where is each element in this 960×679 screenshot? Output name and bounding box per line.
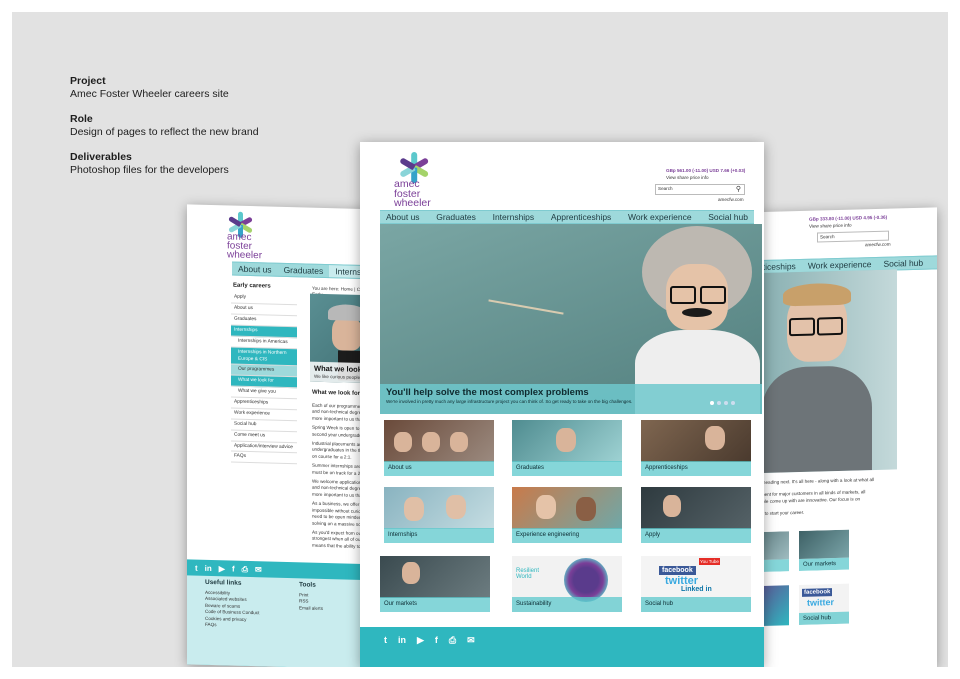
linkedin-logo: Linked in — [681, 586, 712, 593]
email-icon[interactable]: ✉ — [255, 565, 262, 575]
linkedin-icon[interactable]: in — [205, 564, 212, 574]
right-site-link[interactable]: amecfw.com — [865, 242, 891, 249]
facebook-icon[interactable]: f — [435, 635, 438, 646]
youtube-icon[interactable]: ▶ — [417, 635, 424, 646]
left-sidebar: Apply About us Graduates Internships Int… — [231, 292, 297, 465]
tile-graduates[interactable]: Graduates — [512, 420, 622, 476]
right-tile-social-hub[interactable]: facebook twitter Social hub — [799, 583, 849, 625]
center-hero-image: You'll help solve the most complex probl… — [380, 224, 762, 414]
moustache — [682, 308, 712, 317]
resilient-world-text: Resilient World — [516, 568, 540, 580]
right-nav-social-hub[interactable]: Social hub — [877, 257, 929, 270]
nav-internships[interactable]: Internships — [487, 211, 541, 223]
linkedin-icon[interactable]: in — [398, 635, 406, 646]
intro-line: place for you to start your career. — [737, 510, 805, 517]
right-intro-text: where we're heading next. It's all here … — [737, 476, 917, 518]
deliverables-heading: Deliverables — [70, 151, 132, 163]
role-heading: Role — [70, 113, 93, 125]
center-footer-social-icons: t in ▶ f ⎙ ✉ — [360, 627, 764, 654]
tile-apprenticeships[interactable]: Apprenticeships — [641, 420, 751, 476]
left-footer: t in ▶ f ⎙ ✉ Useful links Accessibility … — [187, 559, 387, 667]
left-sidebar-title: Early careers — [233, 282, 271, 290]
hero-title: You'll help solve the most complex probl… — [386, 387, 589, 398]
center-nav: About us Graduates Internships Apprentic… — [380, 210, 754, 224]
center-search-placeholder: Search — [658, 186, 673, 191]
project-caption: Project Amec Foster Wheeler careers site — [70, 75, 229, 101]
sidebar-internships-ne-cis[interactable]: Internships in Northern Europe & CIS — [231, 347, 297, 367]
intro-line: where we're heading next. It's all here … — [737, 477, 875, 486]
tile-apply[interactable]: Apply — [641, 487, 751, 543]
nav-work-experience[interactable]: Work experience — [622, 211, 698, 223]
tool-email-alerts[interactable]: Email alerts — [299, 605, 323, 612]
project-text: Amec Foster Wheeler careers site — [70, 88, 229, 100]
center-share-price: GBp 561.00 (-11.00) USD 7.66 (+0.03) — [666, 168, 746, 173]
globe-graphic — [564, 558, 608, 602]
left-page-internships: amec foster wheeler About us Graduates Int… — [187, 204, 387, 667]
tile-about-us[interactable]: About us — [384, 420, 494, 476]
center-logo-text: amec foster wheeler — [394, 178, 431, 209]
tile-our-markets[interactable]: Our markets — [380, 556, 490, 612]
tools-list: Print RSS Email alerts — [299, 592, 323, 612]
left-nav-graduates[interactable]: Graduates — [278, 264, 330, 277]
print-icon[interactable]: ⎙ — [242, 565, 248, 575]
left-logo-text: amec foster wheeler — [227, 231, 263, 262]
tools-title: Tools — [299, 581, 316, 589]
role-caption: Role Design of pages to reflect the new … — [70, 113, 259, 139]
nav-about-us[interactable]: About us — [380, 211, 426, 223]
nav-graduates[interactable]: Graduates — [430, 211, 482, 223]
hero-subtitle: We're involved in pretty much any large … — [386, 399, 633, 404]
facebook-logo: facebook — [659, 566, 696, 575]
youtube-icon[interactable]: ▶ — [219, 564, 225, 574]
center-site-link[interactable]: amecfw.com — [718, 197, 744, 203]
role-text: Design of pages to reflect the new brand — [70, 126, 259, 138]
twitter-icon[interactable]: t — [195, 564, 198, 574]
center-share-link[interactable]: View share price info — [666, 175, 709, 181]
tile-internships[interactable]: Internships — [384, 487, 494, 543]
deliverables-text: Photoshop files for the developers — [70, 164, 229, 176]
center-footer: t in ▶ f ⎙ ✉ — [360, 627, 764, 667]
center-logo[interactable] — [398, 152, 430, 184]
tile-sustainability[interactable]: Resilient World Sustainability — [512, 556, 622, 612]
tile-social-hub[interactable]: You Tube facebook twitter Linked in Soci… — [641, 556, 751, 612]
right-page: GBp 333.80 (-11.00) USD 4.95 (-0.36) Vie… — [737, 207, 937, 667]
email-icon[interactable]: ✉ — [467, 635, 475, 646]
right-share-link[interactable]: View share price info — [809, 223, 852, 231]
sidebar-faqs[interactable]: FAQs — [231, 451, 297, 465]
useful-links-title: Useful links — [205, 578, 242, 587]
search-icon[interactable]: ⚲ — [736, 185, 741, 193]
center-page-home: amec foster wheeler GBp 561.00 (-11.00) US… — [360, 142, 764, 667]
print-icon[interactable]: ⎙ — [449, 635, 456, 646]
right-facebook-logo: facebook — [802, 588, 833, 597]
presentation-board: Project Amec Foster Wheeler careers site… — [12, 12, 948, 667]
useful-links-list: Accessibility Associated websites Beware… — [205, 590, 259, 630]
nav-social-hub[interactable]: Social hub — [702, 211, 754, 223]
project-heading: Project — [70, 75, 106, 87]
right-tile-our-markets[interactable]: Our markets — [799, 529, 849, 571]
carousel-dots[interactable] — [710, 401, 735, 405]
twitter-icon[interactable]: t — [384, 635, 387, 646]
deliverables-caption: Deliverables Photoshop files for the dev… — [70, 151, 229, 177]
right-search[interactable]: Search — [817, 230, 889, 243]
nav-apprenticeships[interactable]: Apprenticeships — [545, 211, 617, 223]
right-twitter-logo: twitter — [807, 597, 834, 608]
left-nav-about-us[interactable]: About us — [232, 263, 278, 276]
chalk-pointer — [488, 299, 564, 315]
center-search[interactable]: Search ⚲ — [655, 184, 745, 195]
youtube-logo: You Tube — [699, 558, 720, 565]
tile-experience-engineering[interactable]: Experience engineering — [512, 487, 622, 543]
left-body-heading: What we look for — [312, 389, 360, 397]
left-hero-caption: What we look — [314, 363, 362, 374]
facebook-icon[interactable]: f — [232, 565, 235, 575]
right-search-placeholder: Search — [820, 234, 835, 240]
